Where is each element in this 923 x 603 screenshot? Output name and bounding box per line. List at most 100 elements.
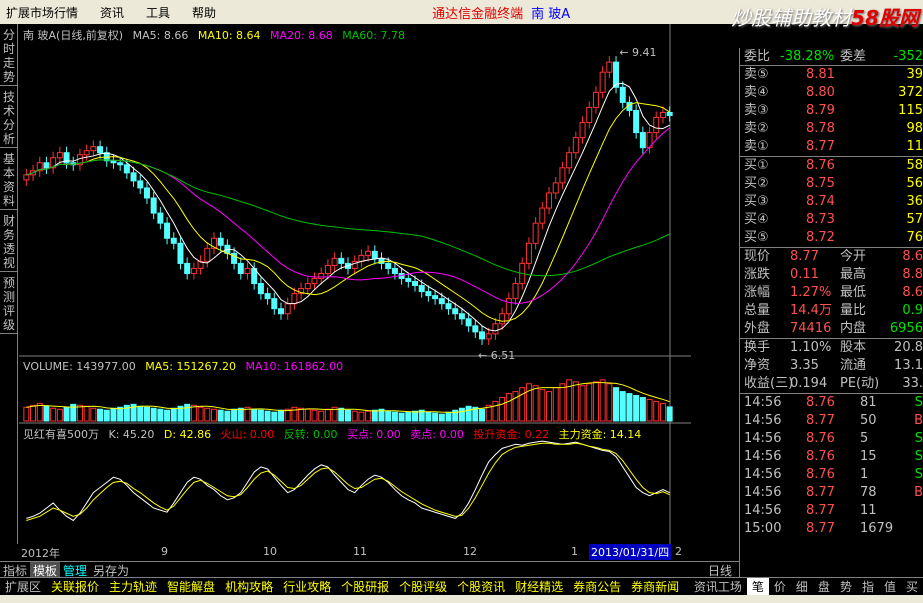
nav-right-item[interactable]: 细 [791, 578, 813, 595]
stat-row: 总量 14.4万 量比 0.9 [740, 302, 923, 320]
stat-value-2: 8.6 [902, 249, 923, 264]
chart-area[interactable]: 9.008.758.508.258.007.757.507.257.006.75… [19, 24, 691, 544]
volume-bar [103, 409, 110, 422]
nav-item[interactable]: 券商新闻 [626, 578, 684, 595]
candle-body [177, 242, 184, 264]
tick-list[interactable]: 14:56 8.76 81 S 14:56 8.77 50 B 14:56 8.76 5 S 14:56… [740, 393, 923, 538]
candle-body [264, 293, 271, 300]
nav-item[interactable]: 主力轨迹 [104, 578, 162, 595]
volume-bar [298, 407, 305, 422]
menu-news[interactable]: 资讯 [94, 4, 140, 21]
volume-ma10-label: MA10: 161862.00 [245, 360, 344, 373]
tab-intraday[interactable]: 分时走势 [0, 24, 18, 86]
tab-template[interactable]: 模板 [30, 561, 61, 579]
stat2-value-2: 33. [902, 376, 923, 391]
tick-price: 8.77 [806, 413, 835, 428]
menu-tools[interactable]: 工具 [140, 4, 186, 21]
stat-value: 14.4万 [790, 303, 832, 318]
candle-body [559, 167, 566, 184]
candle-body [485, 333, 492, 340]
nav-right-item[interactable]: 值 [879, 578, 901, 595]
volume-bar [50, 407, 57, 422]
candle-body [237, 262, 244, 274]
buy-label: 买④ [744, 212, 769, 227]
nav-item[interactable]: 个股评级 [394, 578, 452, 595]
candle-body [90, 146, 97, 152]
volume-bar [572, 381, 579, 422]
candle-body [465, 318, 472, 327]
tick-price: 8.77 [806, 503, 835, 518]
volume-bar [365, 410, 372, 422]
tab-indicator[interactable]: 指标 [0, 562, 30, 579]
tick-flag: B [914, 485, 923, 500]
sell-label: 卖② [744, 121, 769, 136]
candle-body [110, 160, 117, 164]
tab-fundamentals[interactable]: 基本资料 [0, 148, 18, 210]
nav-right-item[interactable]: 资讯工场 [689, 578, 747, 595]
tab-save-as[interactable]: 另存为 [90, 562, 132, 579]
buy-volume: 76 [906, 230, 923, 245]
buy-row: 买④ 8.73 57 [740, 211, 923, 229]
tick-time: 14:56 [744, 413, 782, 428]
candle-body [204, 247, 211, 262]
tick-volume: 78 [860, 485, 877, 500]
volume-bar [291, 406, 298, 422]
candle-body [492, 323, 499, 335]
buy-row: 买⑤ 8.72 76 [740, 229, 923, 247]
date-tick-9: 9 [161, 545, 168, 558]
sell-label: 卖⑤ [744, 67, 769, 82]
tick-price: 8.76 [806, 449, 835, 464]
volume-bar [505, 393, 512, 422]
nav-right-item[interactable]: 指 [857, 578, 879, 595]
nav-item[interactable]: 关联报价 [46, 578, 104, 595]
nav-right-item[interactable]: 买 [901, 578, 923, 595]
candle-body [311, 278, 318, 285]
volume-bar [23, 406, 30, 422]
nav-right-item[interactable]: 价 [769, 578, 791, 595]
candle-body [257, 283, 264, 295]
candle-body [331, 257, 338, 266]
tab-technical[interactable]: 技术分析 [0, 86, 18, 148]
tab-financials[interactable]: 财务透视 [0, 210, 18, 272]
buy-price: 8.76 [806, 158, 835, 173]
nav-item[interactable]: 智能解盘 [162, 578, 220, 595]
nav-item[interactable]: 机构攻略 [220, 578, 278, 595]
nav-right-item[interactable]: 盘 [813, 578, 835, 595]
indicator-sellpoint: 卖点: 0.00 [410, 428, 464, 441]
volume-bar [546, 391, 553, 422]
date-tick-2: 2 [675, 545, 682, 558]
candle-body [412, 281, 419, 287]
kline-chart[interactable]: 9.008.758.508.258.007.757.507.257.006.75… [19, 24, 691, 544]
nav-item[interactable]: 行业攻略 [278, 578, 336, 595]
candle-body [83, 150, 90, 156]
stat2-row: 收益(三) 0.194 PE(动) 33. [740, 375, 923, 393]
candle-body [505, 298, 512, 315]
watermark-logo: 炒股辅助教材58股网 [731, 2, 919, 31]
tick-flag: S [914, 467, 923, 482]
candle-body [532, 222, 539, 244]
nav-item[interactable]: 财经精选 [510, 578, 568, 595]
indicator-huoshan: 火山: 0.00 [220, 428, 275, 441]
sell-row: 卖① 8.77 11 [740, 138, 923, 156]
tab-ratings[interactable]: 预测评级 [0, 272, 18, 334]
tab-manage[interactable]: 管理 [60, 562, 90, 579]
indicator-zhuli: 主力资金: 14.14 [558, 428, 642, 441]
nav-item[interactable]: 扩展区 [0, 578, 46, 595]
nav-right-item[interactable]: 势 [835, 578, 857, 595]
left-tabs: 分时走势 技术分析 基本资料 财务透视 预测评级 [0, 24, 18, 544]
candle-body [539, 207, 546, 224]
menu-extended-market[interactable]: 扩展市场行情 [0, 4, 94, 21]
period-daily[interactable]: 日线 [705, 562, 735, 579]
ma20-label: MA20: 8.68 [270, 29, 333, 42]
date-axis: 2012年 9 10 11 12 1 2013/01/31/四 2 [19, 544, 691, 561]
nav-item[interactable]: 券商公告 [568, 578, 626, 595]
price-header: 南 玻A(日线,前复权) MA5: 8.66 MA10: 8.64 MA20: … [23, 27, 411, 43]
nav-item[interactable]: 个股资讯 [452, 578, 510, 595]
volume-bar [438, 413, 445, 422]
sell-row: 卖③ 8.79 115 [740, 102, 923, 120]
menu-help[interactable]: 帮助 [186, 4, 232, 21]
nav-right-item[interactable]: 笔 [746, 578, 769, 595]
watermark-text: 炒股辅助教材 [731, 6, 852, 30]
volume-bar [659, 402, 666, 422]
nav-item[interactable]: 个股研报 [336, 578, 394, 595]
